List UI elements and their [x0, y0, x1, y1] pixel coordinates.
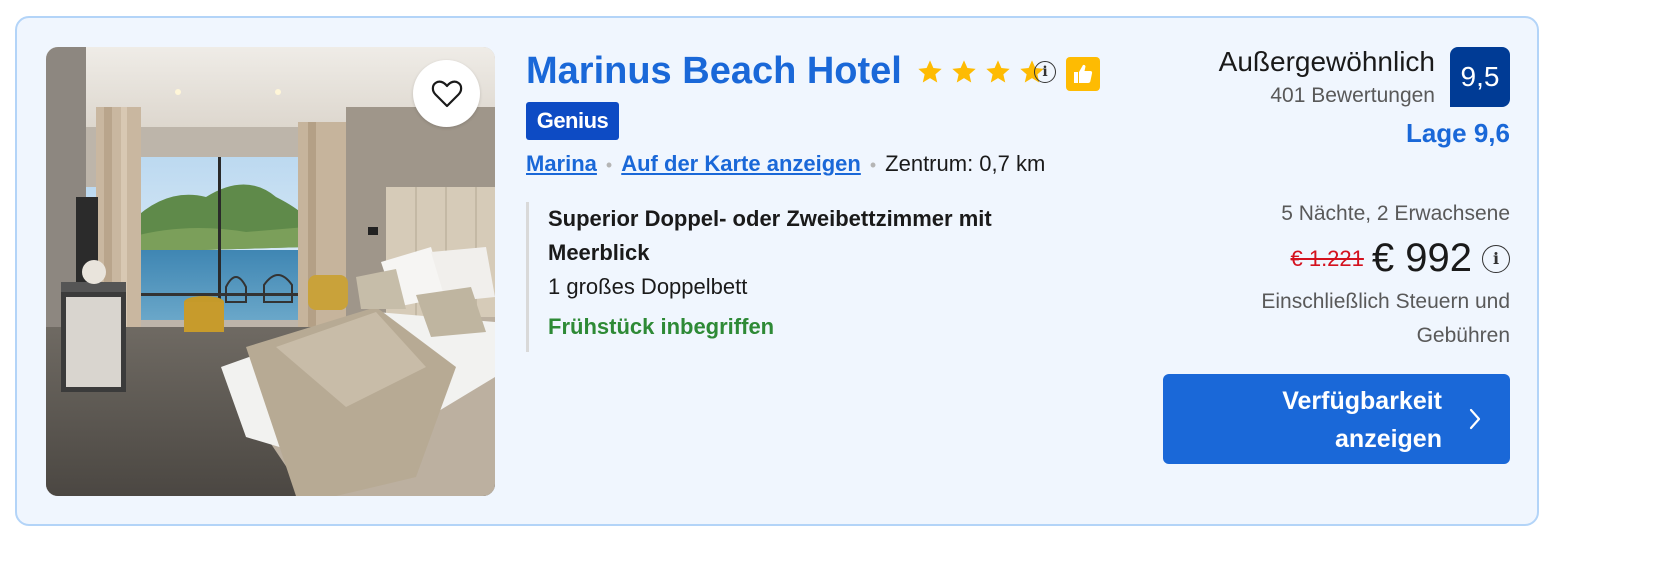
room-title: Superior Doppel- oder Zweibettzimmer mit…	[548, 202, 1086, 270]
separator-dot: •	[869, 155, 877, 175]
show-on-map-link[interactable]: Auf der Karte anzeigen	[621, 151, 861, 177]
heart-icon	[431, 80, 462, 107]
bed-type: 1 großes Doppelbett	[548, 274, 748, 299]
room-title-line1: Superior Doppel- oder Zweibettzimmer mit	[548, 206, 992, 231]
info-icon[interactable]: i	[1034, 61, 1056, 83]
see-availability-button[interactable]: Verfügbarkeit anzeigen	[1163, 374, 1510, 464]
taxes-line1: Einschließlich Steuern und	[1261, 290, 1510, 313]
room-title-line2: Meerblick	[548, 240, 650, 265]
area-link[interactable]: Marina	[526, 151, 597, 177]
review-score-badge[interactable]: 9,5	[1450, 47, 1510, 107]
star-icon	[918, 60, 942, 83]
star-icon	[952, 60, 976, 83]
hotel-name-link[interactable]: Marinus Beach Hotel	[526, 50, 902, 93]
see-availability-label: Verfügbarkeit anzeigen	[1202, 382, 1442, 458]
save-to-wishlist-button[interactable]	[413, 60, 480, 127]
room-info: Superior Doppel- oder Zweibettzimmer mit…	[526, 202, 1086, 352]
thumbs-up-icon[interactable]	[1066, 57, 1100, 91]
chevron-right-icon	[1469, 408, 1481, 430]
price-info-icon[interactable]: i	[1482, 244, 1510, 273]
original-price: € 1.221	[1290, 245, 1364, 271]
taxes-note: Einschließlich Steuern und Gebühren	[1190, 285, 1510, 353]
separator-dot: •	[605, 155, 613, 175]
cta-line1: Verfügbarkeit	[1282, 387, 1442, 415]
breakfast-included: Frühstück inbegriffen	[548, 314, 775, 339]
current-price: € 992	[1371, 236, 1472, 280]
taxes-line2: Gebühren	[1416, 324, 1510, 347]
center-distance: Zentrum: 0,7 km	[885, 151, 1046, 176]
cta-line2: anzeigen	[1335, 425, 1442, 453]
price-row: € 1.221 € 992 i	[1290, 236, 1510, 281]
stay-details: 5 Nächte, 2 Erwachsene	[1281, 202, 1510, 225]
location-score: Lage 9,6	[1405, 118, 1510, 148]
review-count: 401 Bewertungen	[1270, 84, 1435, 107]
star-icon	[986, 60, 1010, 83]
star-rating	[915, 58, 1051, 86]
genius-badge: Genius	[526, 102, 619, 140]
location-row: Marina • Auf der Karte anzeigen • Zentru…	[526, 151, 1045, 177]
rating-word: Außergewöhnlich	[1218, 46, 1435, 77]
